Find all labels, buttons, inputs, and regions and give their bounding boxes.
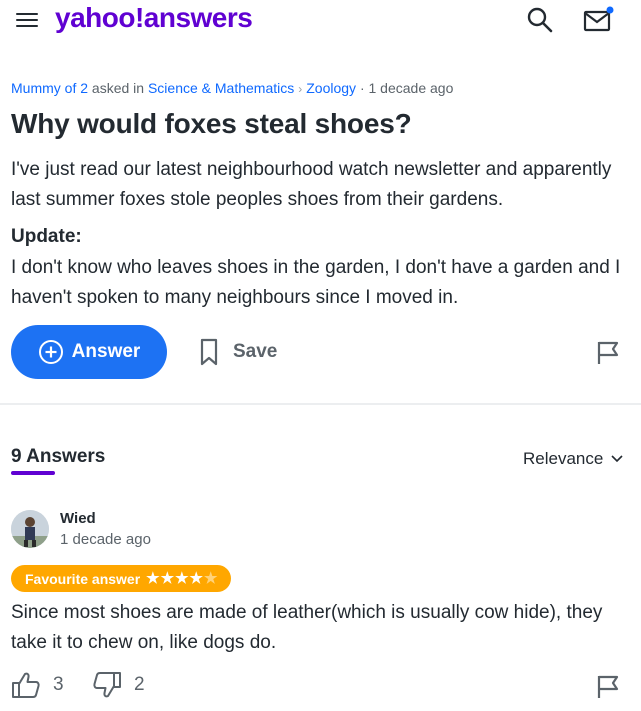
answer-button[interactable]: Answer [11,325,167,379]
save-button[interactable]: Save [199,336,277,368]
plus-circle-icon [38,340,63,364]
answer-time: 1 decade ago [60,531,151,548]
star-icon: ★ [160,570,175,587]
upvote-button[interactable]: 3 [11,671,64,699]
subcategory-link[interactable]: Zoology [306,80,356,96]
section-divider [0,403,641,405]
upvote-count: 3 [53,674,64,695]
category-link[interactable]: Science & Mathematics [148,80,294,96]
sort-label: Relevance [523,449,604,468]
favourite-answer-badge: Favourite answer ★ ★ ★ ★ ★ [11,565,232,592]
chevron-down-icon [611,455,623,463]
answers-tab-underline [11,471,55,475]
question-author-link[interactable]: Mummy of 2 [11,80,88,96]
favourite-answer-label: Favourite answer [25,570,141,587]
top-header: yahoo!answers [0,0,641,42]
star-icon: ★ [189,570,203,587]
update-body: I don't know who leaves shoes in the gar… [11,257,621,308]
star-icon: ★ [203,570,218,587]
answer-button-label: Answer [71,341,141,362]
star-icon: ★ [175,570,189,587]
rating-stars: ★ ★ ★ ★ ★ [146,571,217,586]
question-body: I've just read our latest neighbourhood … [11,159,612,210]
question-time: · 1 decade ago [359,80,454,96]
avatar[interactable] [11,510,49,548]
mail-icon[interactable] [583,5,615,35]
downvote-count: 2 [134,674,145,695]
yahoo-answers-logo[interactable]: yahoo!answers [55,2,253,34]
chevron-right-icon: › [298,82,303,96]
question-meta: Mummy of 2 asked in Science & Mathematic… [11,80,453,96]
question-title: Why would foxes steal shoes? [11,108,412,139]
answer-body: Since most shoes are made of leather(whi… [11,602,603,653]
star-icon: ★ [146,570,160,587]
answer-author[interactable]: Wied [60,510,96,527]
save-button-label: Save [233,341,278,362]
answers-count: 9 Answers [11,446,106,467]
asked-in-text: asked in [91,80,145,96]
report-answer-flag-icon[interactable] [595,673,621,699]
downvote-button[interactable]: 2 [92,671,145,699]
thumbs-down-icon [93,672,121,698]
thumbs-up-icon [12,672,40,698]
update-label: Update: [11,226,82,247]
search-icon[interactable] [526,6,554,34]
bookmark-icon [200,338,218,366]
avatar-image [11,510,49,548]
report-flag-icon[interactable] [595,339,621,365]
sort-dropdown[interactable]: Relevance [523,449,623,469]
menu-icon[interactable] [16,11,38,29]
